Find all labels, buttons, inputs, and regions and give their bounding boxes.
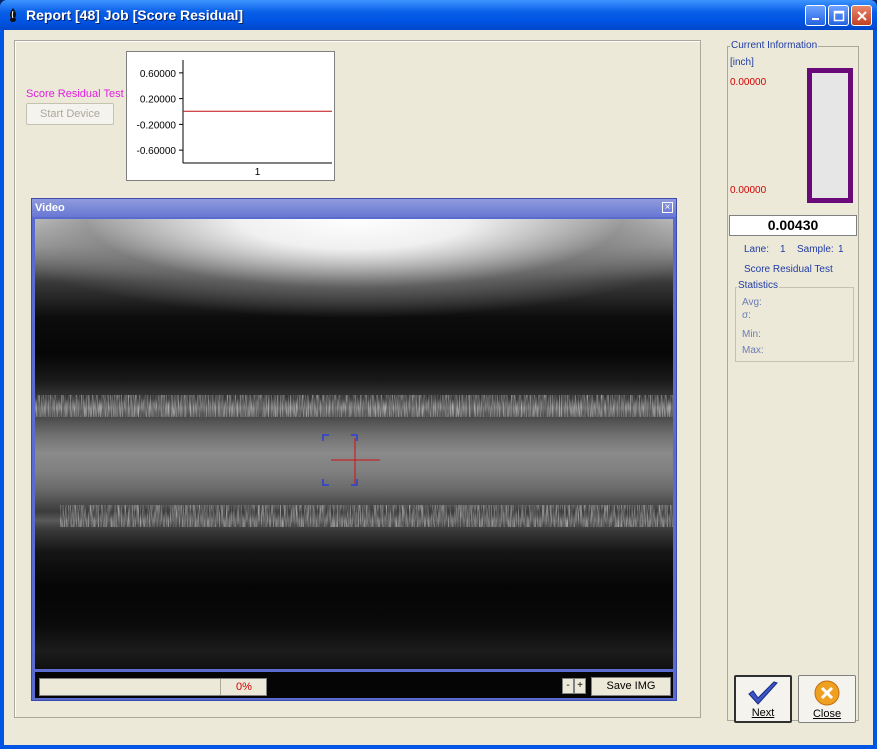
unit-label: [inch] [730, 57, 754, 68]
minimize-button[interactable] [805, 5, 826, 26]
client-area: Score Residual Test Start Device 0.60000… [4, 30, 873, 745]
level-gauge [807, 68, 853, 203]
video-close-button[interactable]: × [662, 202, 673, 213]
stat-min: Min: [742, 329, 761, 340]
gauge-low-value: 0.00000 [730, 185, 767, 196]
window-title: Report [48] Job [Score Residual] [26, 7, 244, 23]
score-edge-top [35, 395, 673, 417]
x-tick-label: 1 [255, 167, 261, 178]
mini-chart: 0.60000 0.20000 -0.20000 -0.60000 1 [126, 51, 335, 181]
next-label: Next [751, 707, 775, 719]
mini-chart-layer: 0.60000 0.20000 -0.20000 -0.60000 1 [137, 60, 332, 178]
current-value: 0.00430 [729, 215, 857, 236]
video-toolbar: 0% - + Save IMG [35, 672, 673, 698]
video-progress-bar: 0% [39, 678, 267, 696]
y-tick-label: -0.20000 [137, 120, 177, 131]
crosshair-target [322, 434, 380, 486]
stat-sigma: σ: [742, 310, 751, 321]
progress-percent: 0% [220, 679, 267, 695]
cancel-circle-icon [814, 680, 840, 706]
close-window-button[interactable] [851, 5, 872, 26]
minimize-icon [811, 17, 819, 20]
maximize-button[interactable] [828, 5, 849, 26]
sample-label: Sample: [797, 244, 834, 255]
gauge-high-value: 0.00000 [730, 77, 767, 88]
score-edge-bottom [60, 505, 673, 527]
main-window: Report [48] Job [Score Residual] Score R… [0, 0, 877, 749]
close-label: Close [812, 708, 842, 720]
mini-chart-svg: 0.60000 0.20000 -0.20000 -0.60000 1 [137, 60, 332, 178]
statistics-legend: Statistics [737, 280, 780, 291]
lane-value: 1 [780, 244, 786, 255]
start-device-button[interactable]: Start Device [26, 103, 114, 125]
sample-value: 1 [838, 244, 844, 255]
current-info-legend: Current Information [730, 40, 819, 51]
title-bar[interactable]: Report [48] Job [Score Residual] [0, 0, 877, 30]
test-name: Score Residual Test [744, 264, 833, 275]
video-overlay [35, 395, 673, 527]
save-image-button[interactable]: Save IMG [591, 677, 671, 696]
y-tick-label: 0.20000 [140, 95, 177, 106]
checkmark-icon [748, 681, 778, 705]
app-icon [9, 8, 17, 22]
zoom-in-button[interactable]: + [574, 678, 586, 694]
next-button[interactable]: Next [734, 675, 792, 723]
video-window: Video × 0% - + Save IMG [31, 198, 677, 701]
score-residual-label: Score Residual Test [26, 88, 124, 100]
maximize-icon [833, 10, 844, 21]
y-tick-label: 0.60000 [140, 69, 177, 80]
y-tick-label: -0.60000 [137, 146, 177, 157]
stat-avg: Avg: [742, 297, 762, 308]
close-icon [856, 10, 867, 21]
save-image-label: Save IMG [606, 680, 656, 692]
lane-label: Lane: [744, 244, 770, 255]
video-feed[interactable] [35, 219, 673, 669]
close-button[interactable]: Close [798, 675, 856, 723]
video-title-bar[interactable]: Video × [32, 199, 676, 217]
stat-max: Max: [742, 345, 764, 356]
video-title: Video [35, 202, 65, 214]
zoom-out-button[interactable]: - [562, 678, 574, 694]
